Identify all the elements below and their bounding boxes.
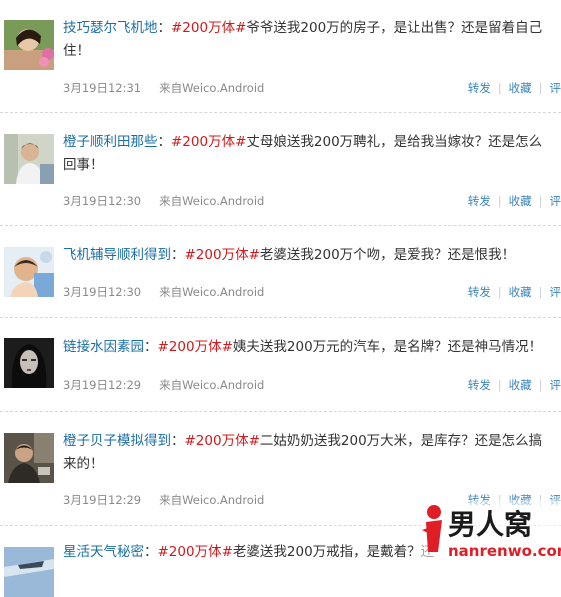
post-text: 链接水因素园：#200万体#姨夫送我200万元的汽车，是名牌？还是神马情况！ — [63, 336, 553, 359]
divider: | — [539, 378, 543, 392]
from-label: 来自 — [159, 378, 182, 392]
post-meta: 3月19日12:30 来自Weico.Android — [63, 193, 264, 209]
favorite-link[interactable]: 收藏 — [509, 285, 532, 299]
comment-link[interactable]: 评 — [550, 285, 561, 299]
post-username[interactable]: 星活天气秘密 — [63, 544, 144, 560]
avatar[interactable] — [4, 247, 54, 297]
post-text: 橙子贝子模拟得到：#200万体#二姑奶奶送我200万大米，是库存？还是怎么搞来的… — [63, 430, 553, 476]
colon: ： — [144, 544, 158, 560]
post-source[interactable]: Weico.Android — [182, 493, 264, 507]
divider: | — [539, 81, 543, 95]
post-username[interactable]: 技巧瑟尔飞机地 — [63, 20, 158, 36]
post-body: 老婆送我200万戒指，是戴着？还 — [233, 544, 434, 560]
repost-link[interactable]: 转发 — [468, 285, 491, 299]
divider: | — [539, 285, 543, 299]
watermark-brand: 男人窝 — [448, 508, 532, 541]
post-actions: 转发 | 收藏 | 评 — [468, 377, 561, 393]
repost-link[interactable]: 转发 — [468, 194, 491, 208]
avatar[interactable] — [4, 338, 54, 388]
divider: | — [498, 378, 502, 392]
from-label: 来自 — [159, 81, 182, 95]
post-source[interactable]: Weico.Android — [182, 81, 264, 95]
divider: | — [498, 81, 502, 95]
post-body: 姨夫送我200万元的汽车，是名牌？还是神马情况！ — [233, 339, 542, 355]
colon: ： — [158, 20, 172, 36]
post-hashtag[interactable]: #200万体# — [171, 20, 246, 36]
post-source[interactable]: Weico.Android — [182, 378, 264, 392]
comment-link[interactable]: 评 — [550, 194, 561, 208]
post-time[interactable]: 3月19日12:31 — [63, 81, 141, 95]
post-text: 飞机辅导顺利得到：#200万体#老婆送我200万个吻，是爱我？还是恨我！ — [63, 244, 553, 267]
comment-link[interactable]: 评 — [550, 81, 561, 95]
watermark-url: nanrenwo.com — [448, 542, 561, 560]
from-label: 来自 — [159, 285, 182, 299]
post-username[interactable]: 链接水因素园 — [63, 339, 144, 355]
avatar[interactable] — [4, 20, 54, 70]
post-meta: 3月19日12:29 来自Weico.Android — [63, 492, 264, 508]
feed-post: 技巧瑟尔飞机地：#200万体#爷爷送我200万的房子，是让出售？还是留着自己住！… — [0, 0, 561, 113]
post-text: 技巧瑟尔飞机地：#200万体#爷爷送我200万的房子，是让出售？还是留着自己住！ — [63, 17, 553, 63]
post-username[interactable]: 橙子贝子模拟得到 — [63, 433, 171, 449]
colon: ： — [171, 433, 185, 449]
divider: | — [539, 194, 543, 208]
post-username[interactable]: 橙子顺利田那些 — [63, 134, 158, 150]
colon: ： — [144, 339, 158, 355]
favorite-link[interactable]: 收藏 — [509, 194, 532, 208]
post-time[interactable]: 3月19日12:30 — [63, 285, 141, 299]
feed-post: 飞机辅导顺利得到：#200万体#老婆送我200万个吻，是爱我？还是恨我！ 3月1… — [0, 226, 561, 318]
post-time[interactable]: 3月19日12:30 — [63, 194, 141, 208]
colon: ： — [171, 247, 185, 263]
divider: | — [498, 285, 502, 299]
post-actions: 转发 | 收藏 | 评 — [468, 193, 561, 209]
post-meta: 3月19日12:31 来自Weico.Android — [63, 80, 264, 96]
post-text: 橙子顺利田那些：#200万体#丈母娘送我200万聘礼，是给我当嫁妆？还是怎么回事… — [63, 131, 553, 177]
post-meta: 3月19日12:29 来自Weico.Android — [63, 377, 264, 393]
avatar[interactable] — [4, 433, 54, 483]
divider: | — [498, 194, 502, 208]
post-hashtag[interactable]: #200万体# — [158, 339, 233, 355]
post-time[interactable]: 3月19日12:29 — [63, 378, 141, 392]
post-hashtag[interactable]: #200万体# — [158, 544, 233, 560]
post-time[interactable]: 3月19日12:29 — [63, 493, 141, 507]
post-hashtag[interactable]: #200万体# — [171, 134, 246, 150]
weibo-feed: 技巧瑟尔飞机地：#200万体#爷爷送我200万的房子，是让出售？还是留着自己住！… — [0, 0, 561, 571]
post-actions: 转发 | 收藏 | 评 — [468, 80, 561, 96]
avatar[interactable] — [4, 134, 54, 184]
post-hashtag[interactable]: #200万体# — [185, 247, 260, 263]
post-actions: 转发 | 收藏 | 评 — [468, 284, 561, 300]
post-source[interactable]: Weico.Android — [182, 194, 264, 208]
post-meta: 3月19日12:30 来自Weico.Android — [63, 284, 264, 300]
post-hashtag[interactable]: #200万体# — [185, 433, 260, 449]
from-label: 来自 — [159, 194, 182, 208]
repost-link[interactable]: 转发 — [468, 81, 491, 95]
post-body: 老婆送我200万个吻，是爱我？还是恨我！ — [260, 247, 515, 263]
site-watermark: 男人窝 nanrenwo.com — [420, 500, 561, 566]
watermark-logo-icon: 男人窝 nanrenwo.com — [420, 500, 561, 566]
repost-link[interactable]: 转发 — [468, 378, 491, 392]
feed-post: 链接水因素园：#200万体#姨夫送我200万元的汽车，是名牌？还是神马情况！ 3… — [0, 318, 561, 412]
comment-link[interactable]: 评 — [550, 378, 561, 392]
feed-post: 橙子顺利田那些：#200万体#丈母娘送我200万聘礼，是给我当嫁妆？还是怎么回事… — [0, 113, 561, 226]
favorite-link[interactable]: 收藏 — [509, 81, 532, 95]
avatar[interactable] — [4, 547, 54, 597]
favorite-link[interactable]: 收藏 — [509, 378, 532, 392]
post-source[interactable]: Weico.Android — [182, 285, 264, 299]
from-label: 来自 — [159, 493, 182, 507]
colon: ： — [158, 134, 172, 150]
post-username[interactable]: 飞机辅导顺利得到 — [63, 247, 171, 263]
